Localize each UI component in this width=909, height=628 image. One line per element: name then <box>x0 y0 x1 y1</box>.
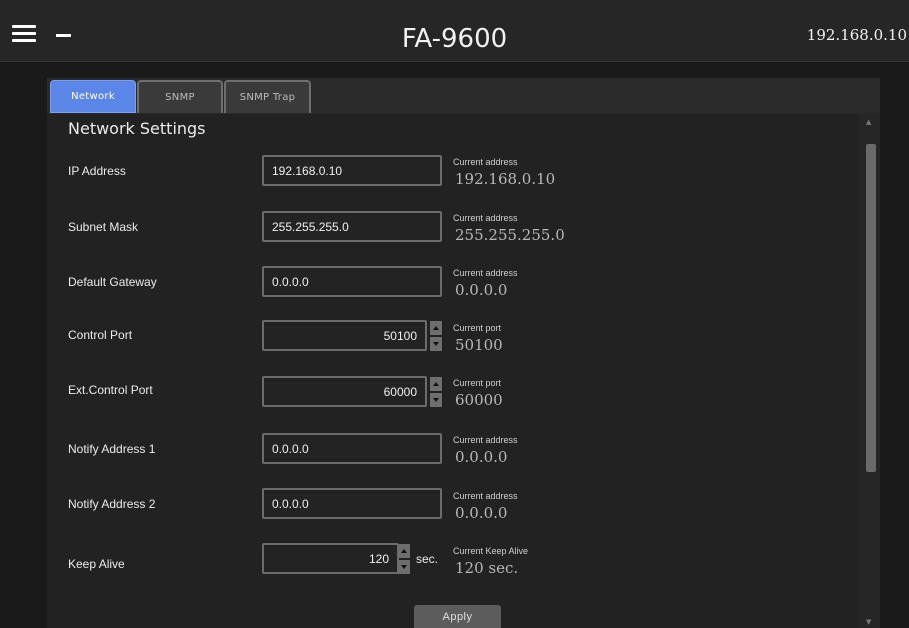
tab-snmp[interactable]: SNMP <box>137 80 223 113</box>
ip-address-input[interactable] <box>262 155 442 186</box>
subnet-mask-label: Subnet Mask <box>68 220 139 234</box>
app-title: FA-9600 <box>401 24 508 54</box>
top-bar: FA-9600 192.168.0.10 <box>0 0 909 62</box>
keep-alive-input[interactable] <box>262 543 399 574</box>
keep-alive-label: Keep Alive <box>68 557 125 571</box>
ext-control-port-decrement-button[interactable] <box>430 393 442 407</box>
notify-address-2-current-caption: Current address <box>453 491 518 501</box>
notify-address-2-input[interactable] <box>262 488 442 519</box>
ip-address-current-caption: Current address <box>453 157 518 167</box>
control-port-increment-button[interactable] <box>430 321 442 335</box>
ip-address-current-value: 192.168.0.10 <box>455 170 556 188</box>
default-gateway-current-value: 0.0.0.0 <box>455 281 508 299</box>
notify-address-2-current-value: 0.0.0.0 <box>455 504 508 522</box>
ext-control-port-current-value: 60000 <box>455 391 503 409</box>
ip-address-label: IP Address <box>68 164 126 178</box>
apply-button[interactable]: Apply <box>414 605 501 628</box>
notify-address-1-current-caption: Current address <box>453 435 518 445</box>
notify-address-1-label: Notify Address 1 <box>68 442 156 456</box>
control-port-input[interactable] <box>262 320 427 351</box>
keep-alive-increment-button[interactable] <box>398 544 410 558</box>
scrollbar-thumb[interactable] <box>866 144 876 472</box>
default-gateway-input[interactable] <box>262 266 442 297</box>
keep-alive-current-caption: Current Keep Alive <box>453 546 529 556</box>
default-gateway-current-caption: Current address <box>453 268 518 278</box>
control-port-current-caption: Current port <box>453 323 502 333</box>
control-port-label: Control Port <box>68 328 133 342</box>
ext-control-port-input[interactable] <box>262 376 427 407</box>
keep-alive-current-value: 120 sec. <box>455 559 519 577</box>
subnet-mask-current-value: 255.255.255.0 <box>455 226 565 244</box>
triangle-down-icon <box>433 342 439 346</box>
device-ip-address: 192.168.0.10 <box>806 26 907 44</box>
subnet-mask-input[interactable] <box>262 211 442 242</box>
scrollbar[interactable]: ▲ ▼ <box>859 114 880 628</box>
subnet-mask-current-caption: Current address <box>453 213 518 223</box>
default-gateway-label: Default Gateway <box>68 275 157 289</box>
ext-control-port-current-caption: Current port <box>453 378 502 388</box>
triangle-up-icon <box>433 326 439 330</box>
keep-alive-decrement-button[interactable] <box>398 560 410 574</box>
section-title: Network Settings <box>68 119 206 138</box>
triangle-up-icon <box>401 549 407 553</box>
triangle-down-icon <box>401 565 407 569</box>
ext-control-port-increment-button[interactable] <box>430 377 442 391</box>
keep-alive-unit: sec. <box>416 552 439 566</box>
tab-network[interactable]: Network <box>50 80 136 113</box>
ext-control-port-stepper <box>430 377 442 407</box>
notify-address-2-label: Notify Address 2 <box>68 497 156 511</box>
tab-bar: Network SNMP SNMP Trap <box>47 78 880 114</box>
control-port-stepper <box>430 321 442 351</box>
notify-address-1-current-value: 0.0.0.0 <box>455 448 508 466</box>
ext-control-port-label: Ext.Control Port <box>68 383 153 397</box>
control-port-current-value: 50100 <box>455 336 503 354</box>
scroll-down-icon[interactable]: ▼ <box>866 618 871 626</box>
control-port-decrement-button[interactable] <box>430 337 442 351</box>
triangle-down-icon <box>433 398 439 402</box>
scroll-up-icon[interactable]: ▲ <box>866 118 871 126</box>
keep-alive-stepper <box>398 544 410 574</box>
tab-snmp-trap[interactable]: SNMP Trap <box>224 80 311 113</box>
triangle-up-icon <box>433 382 439 386</box>
notify-address-1-input[interactable] <box>262 433 442 464</box>
settings-panel: Network SNMP SNMP Trap Network Settings … <box>47 78 880 628</box>
